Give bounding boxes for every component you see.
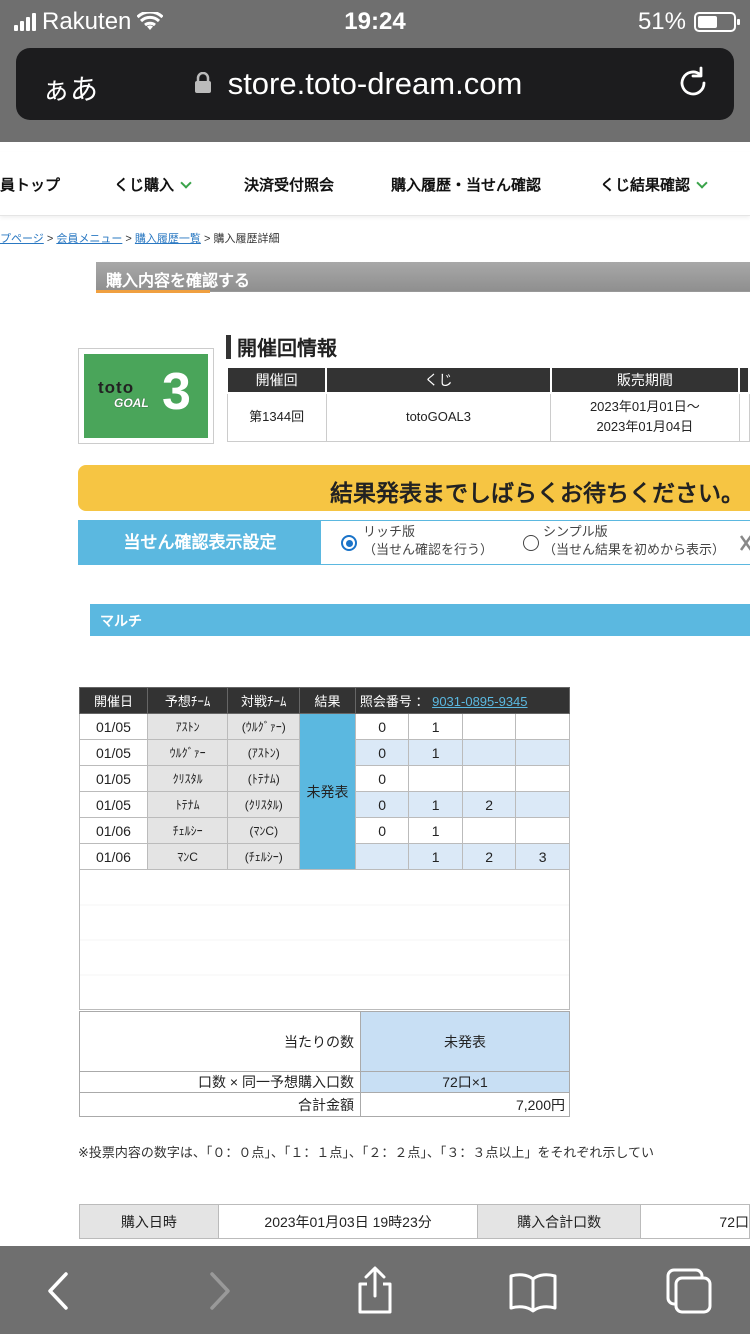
- units-label: 口数 × 同一予想購入口数: [79, 1071, 361, 1093]
- footnote: ※投票内容の数字は、「０：０点」、「１：１点」、「２：２点」、「３：３点以上」を…: [78, 1145, 655, 1160]
- hits-label: 当たりの数: [79, 1011, 361, 1072]
- round-value: 第1344回: [226, 392, 327, 442]
- total-label: 合計金額: [79, 1092, 361, 1117]
- address-bar[interactable]: ぁあ store.toto-dream.com: [16, 48, 734, 120]
- section-title: 購入内容を確認する: [106, 273, 251, 290]
- lottery-value: totoGOAL3: [325, 392, 552, 442]
- battery-percent: 51%: [637, 8, 686, 35]
- event-info-table: 開催回 くじ 販売期間 第1344回 totoGOAL3 2023年01月01日…: [225, 366, 750, 442]
- col-opponent: 対戦ﾁｰﾑ: [227, 687, 301, 714]
- purchase-info-table: 購入日時 2023年01月03日 19時23分 購入合計口数 72口: [79, 1204, 750, 1239]
- col-date: 開催日: [79, 687, 148, 714]
- total-value: 7,200円: [360, 1092, 570, 1117]
- nav-buy-lottery[interactable]: くじ購入: [114, 174, 192, 195]
- toto-goal3-logo: toto GOAL 3: [78, 348, 214, 444]
- col-lottery: くじ: [325, 366, 552, 394]
- breadcrumb: プページ > 会員メニュー > 購入履歴一覧 > 購入履歴詳細: [0, 233, 280, 245]
- breadcrumb-link-top[interactable]: プページ: [0, 233, 44, 245]
- table-row: 01/05 ｱｽﾄﾝ (ｳﾙｸﾞｧｰ) 未発表 0 1: [79, 713, 570, 870]
- status-bar: Rakuten 19:24 51%: [0, 0, 750, 40]
- reload-icon[interactable]: [676, 66, 710, 100]
- chevron-down-icon: [696, 177, 708, 189]
- battery-icon: [694, 12, 740, 32]
- purchase-date-value: 2023年01月03日 19時23分: [217, 1204, 479, 1239]
- purchase-units-value: 72口: [639, 1204, 750, 1239]
- reference-number: 照会番号 ： 9031-0895-9345: [354, 687, 571, 714]
- purchase-date-label: 購入日時: [79, 1204, 219, 1239]
- col-period: 販売期間: [549, 366, 741, 394]
- breadcrumb-current: 購入履歴詳細: [213, 233, 280, 245]
- col-round: 開催回: [225, 366, 328, 394]
- nav-purchase-history[interactable]: 購入履歴・当せん確認: [391, 174, 541, 195]
- forward-icon[interactable]: [194, 1266, 244, 1316]
- url-text[interactable]: store.toto-dream.com: [16, 66, 734, 102]
- reference-number-link[interactable]: 9031-0895-9345: [432, 694, 527, 709]
- display-setting-label: 当せん確認表示設定: [79, 521, 321, 564]
- nav-member-top[interactable]: 員トップ: [0, 174, 60, 195]
- chevron-down-icon: [180, 177, 192, 189]
- nav-payment-inquiry[interactable]: 決済受付照会: [244, 174, 334, 195]
- units-value: 72口×1: [360, 1071, 570, 1093]
- radio-simple[interactable]: [523, 535, 539, 551]
- site-nav: 員トップ くじ購入 決済受付照会 購入履歴・当せん確認 くじ結果確認: [0, 152, 750, 216]
- breadcrumb-link-history-list[interactable]: 購入履歴一覧: [135, 233, 201, 245]
- bookmarks-icon[interactable]: [508, 1266, 558, 1316]
- display-setting-panel: 当せん確認表示設定 リッチ版 （当せん確認を行う） シンプル版 （当せん結果を初めか…: [78, 520, 750, 565]
- radio-rich[interactable]: [341, 535, 357, 551]
- browser-top-chrome: Rakuten 19:24 51% ぁあ store.toto-dream.co…: [0, 0, 750, 142]
- pick-table: 開催日 予想ﾁｰﾑ 対戦ﾁｰﾑ 結果 照会番号 ： 9031-0895-9345…: [79, 687, 571, 1010]
- period-value: 2023年01月01日〜 2023年01月04日: [550, 392, 740, 442]
- browser-toolbar: [0, 1246, 750, 1334]
- event-info-heading: 開催回情報: [226, 332, 337, 361]
- hits-value: 未発表: [360, 1011, 570, 1072]
- result-status: 未発表: [299, 713, 356, 870]
- col-team: 予想ﾁｰﾑ: [146, 687, 229, 714]
- col-result: 結果: [299, 687, 356, 714]
- summary-table: 当たりの数 未発表 口数 × 同一予想購入口数 72口×1 合計金額 7,200…: [79, 1011, 570, 1117]
- result-pending-notice: 結果発表までしばらくお待ちください。: [78, 465, 750, 511]
- share-icon[interactable]: [350, 1266, 400, 1316]
- nav-lottery-results[interactable]: くじ結果確認: [600, 174, 708, 195]
- back-icon[interactable]: [34, 1266, 84, 1316]
- breadcrumb-link-member-menu[interactable]: 会員メニュー: [56, 233, 122, 245]
- tabs-icon[interactable]: [664, 1266, 714, 1316]
- bet-type-header: マルチ: [90, 604, 750, 636]
- purchase-units-label: 購入合計口数: [477, 1204, 641, 1239]
- section-header: 購入内容を確認する: [96, 262, 750, 293]
- close-icon[interactable]: [739, 533, 750, 553]
